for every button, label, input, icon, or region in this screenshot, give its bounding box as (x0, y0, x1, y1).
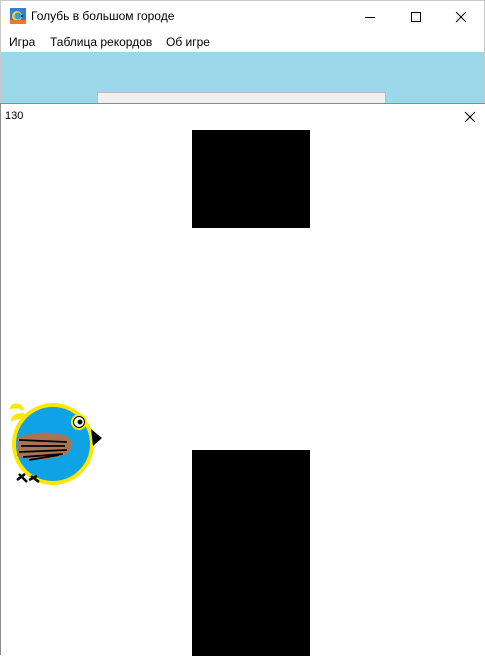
pigeon-bird (9, 403, 102, 485)
app-icon (10, 8, 26, 24)
game-close-button[interactable] (456, 104, 484, 130)
menu-item-records[interactable]: Таблица рекордов (50, 35, 152, 49)
score-label: 130 (5, 110, 24, 122)
close-icon (464, 111, 476, 123)
minimize-button[interactable] (347, 1, 393, 32)
minimize-icon (365, 16, 375, 18)
menu-item-game[interactable]: Игра (9, 35, 35, 49)
window-title: Голубь в большом городе (31, 9, 175, 23)
pipe-top (192, 130, 310, 228)
menu-item-about[interactable]: Об игре (166, 35, 210, 49)
pipe-bottom (192, 450, 310, 656)
close-icon (455, 11, 467, 22)
menu-bar: Игра Таблица рекордов Об игре (1, 32, 484, 52)
title-bar[interactable]: Голубь в большом городе (1, 1, 484, 32)
maximize-icon (411, 11, 421, 22)
game-window: 130 (0, 103, 485, 656)
maximize-button[interactable] (393, 1, 439, 32)
close-button[interactable] (438, 1, 484, 32)
